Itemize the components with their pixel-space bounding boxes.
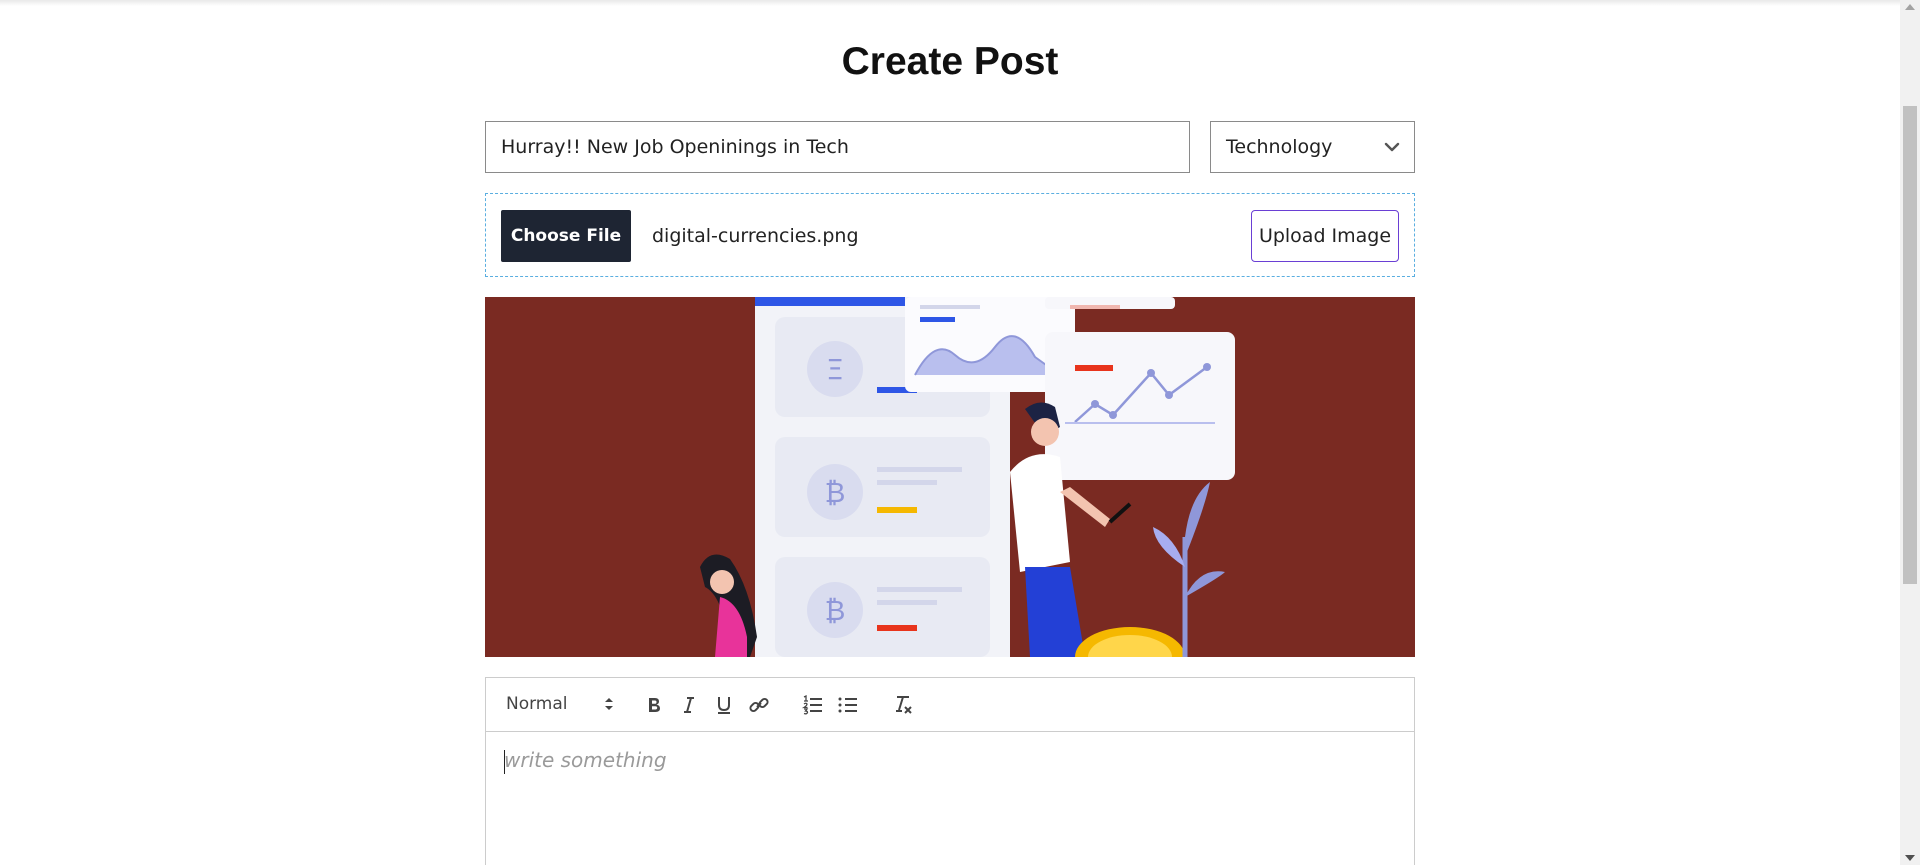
bold-icon[interactable] — [642, 693, 666, 717]
scroll-down-arrow-icon[interactable] — [1905, 855, 1915, 861]
editor-content[interactable]: write something — [486, 732, 1414, 865]
choose-file-button[interactable]: Choose File — [501, 210, 631, 262]
italic-icon[interactable] — [677, 693, 701, 717]
file-upload-row: Choose File digital-currencies.png Uploa… — [485, 193, 1415, 277]
coin-label: Ξ — [826, 353, 844, 386]
bullet-list-icon[interactable] — [836, 693, 860, 717]
category-select[interactable]: Technology — [1210, 121, 1415, 173]
editor-toolbar: Normal — [486, 678, 1414, 732]
page-title: Create Post — [841, 40, 1059, 83]
rich-text-editor: Normal write something — [485, 677, 1415, 865]
selected-file-name: digital-currencies.png — [652, 225, 859, 247]
editor-placeholder: write something — [504, 748, 667, 772]
post-title-input[interactable]: Hurray!! New Job Openinings in Tech — [485, 121, 1190, 173]
ordered-list-icon[interactable] — [801, 693, 825, 717]
header-shadow — [0, 0, 1900, 6]
format-select[interactable]: Normal — [506, 694, 614, 716]
link-icon[interactable] — [747, 693, 771, 717]
vertical-scrollbar[interactable] — [1900, 0, 1920, 865]
clear-format-icon[interactable] — [891, 693, 915, 717]
preview-illustration: Ξ ₿ ₿ — [485, 297, 1415, 657]
category-select-value: Technology — [1226, 136, 1333, 158]
underline-icon[interactable] — [712, 693, 736, 717]
coin-label: ₿ — [825, 476, 846, 509]
scroll-up-arrow-icon[interactable] — [1905, 4, 1915, 10]
upload-image-button[interactable]: Upload Image — [1251, 210, 1399, 262]
sort-arrows-icon — [605, 698, 613, 710]
image-preview: Ξ ₿ ₿ — [485, 297, 1415, 657]
coin-label: ₿ — [825, 594, 846, 627]
format-select-value: Normal — [506, 694, 568, 714]
scrollbar-thumb[interactable] — [1903, 106, 1917, 584]
chevron-down-icon — [1384, 142, 1400, 152]
